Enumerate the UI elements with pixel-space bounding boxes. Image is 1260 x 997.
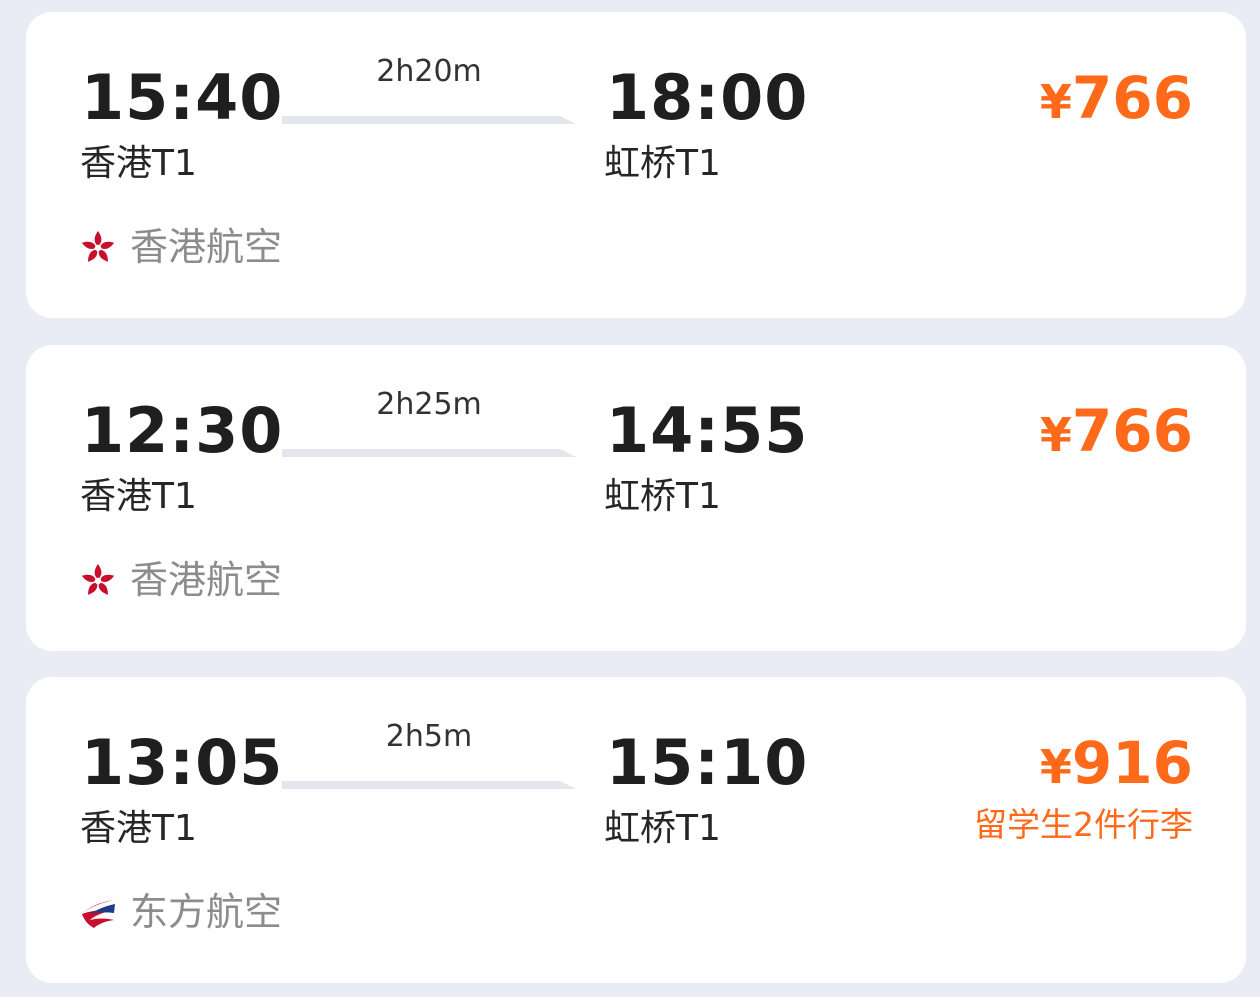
price-value: 766 [1071, 397, 1193, 465]
departure-time: 13:05 [81, 726, 284, 799]
departure-airport: 香港T1 [80, 808, 197, 849]
currency-symbol: ¥ [1039, 408, 1072, 462]
price-value: 766 [1071, 64, 1193, 132]
arrival-time: 15:10 [606, 726, 809, 799]
departure-time: 12:30 [81, 394, 284, 467]
baggage-promo-tag: 留学生2件行李 [974, 805, 1193, 844]
arrival-airport: 虹桥T1 [604, 476, 721, 517]
arrival-time: 14:55 [606, 394, 809, 467]
route-arrow-icon [282, 781, 576, 789]
airline-name: 香港航空 [130, 558, 283, 602]
departure-airport: 香港T1 [80, 143, 197, 184]
flight-card[interactable]: 15:40 香港T1 2h20m 18:00 虹桥T1 ¥766 香港航空 [26, 12, 1246, 318]
arrival-airport: 虹桥T1 [604, 808, 721, 849]
flight-card[interactable]: 13:05 香港T1 2h5m 15:10 虹桥T1 ¥916 留学生2件行李 … [26, 677, 1246, 983]
airline-info: 香港航空 [78, 557, 282, 603]
hong-kong-airlines-logo-icon [78, 560, 118, 600]
route-arrow-icon [282, 449, 576, 457]
price-value: 916 [1071, 729, 1193, 797]
flight-duration: 2h20m [376, 54, 482, 89]
airline-name: 香港航空 [130, 225, 283, 269]
currency-symbol: ¥ [1039, 740, 1072, 794]
flight-card[interactable]: 12:30 香港T1 2h25m 14:55 虹桥T1 ¥766 香港航空 [26, 345, 1246, 651]
price: ¥916 [1040, 729, 1193, 801]
flight-duration: 2h25m [376, 387, 482, 422]
airline-info: 东方航空 [78, 889, 282, 935]
airline-name: 东方航空 [130, 890, 283, 934]
departure-airport: 香港T1 [80, 476, 197, 517]
hong-kong-airlines-logo-icon [78, 227, 118, 267]
flight-list: 15:40 香港T1 2h20m 18:00 虹桥T1 ¥766 香港航空 12… [0, 0, 1260, 997]
arrival-time: 18:00 [606, 61, 809, 134]
currency-symbol: ¥ [1039, 75, 1072, 129]
price: ¥766 [1040, 64, 1193, 136]
route-arrow-icon [282, 116, 576, 124]
arrival-airport: 虹桥T1 [604, 143, 721, 184]
price: ¥766 [1040, 397, 1193, 469]
china-eastern-logo-icon [78, 892, 118, 932]
airline-info: 香港航空 [78, 224, 282, 270]
flight-duration: 2h5m [385, 719, 473, 754]
departure-time: 15:40 [81, 61, 284, 134]
